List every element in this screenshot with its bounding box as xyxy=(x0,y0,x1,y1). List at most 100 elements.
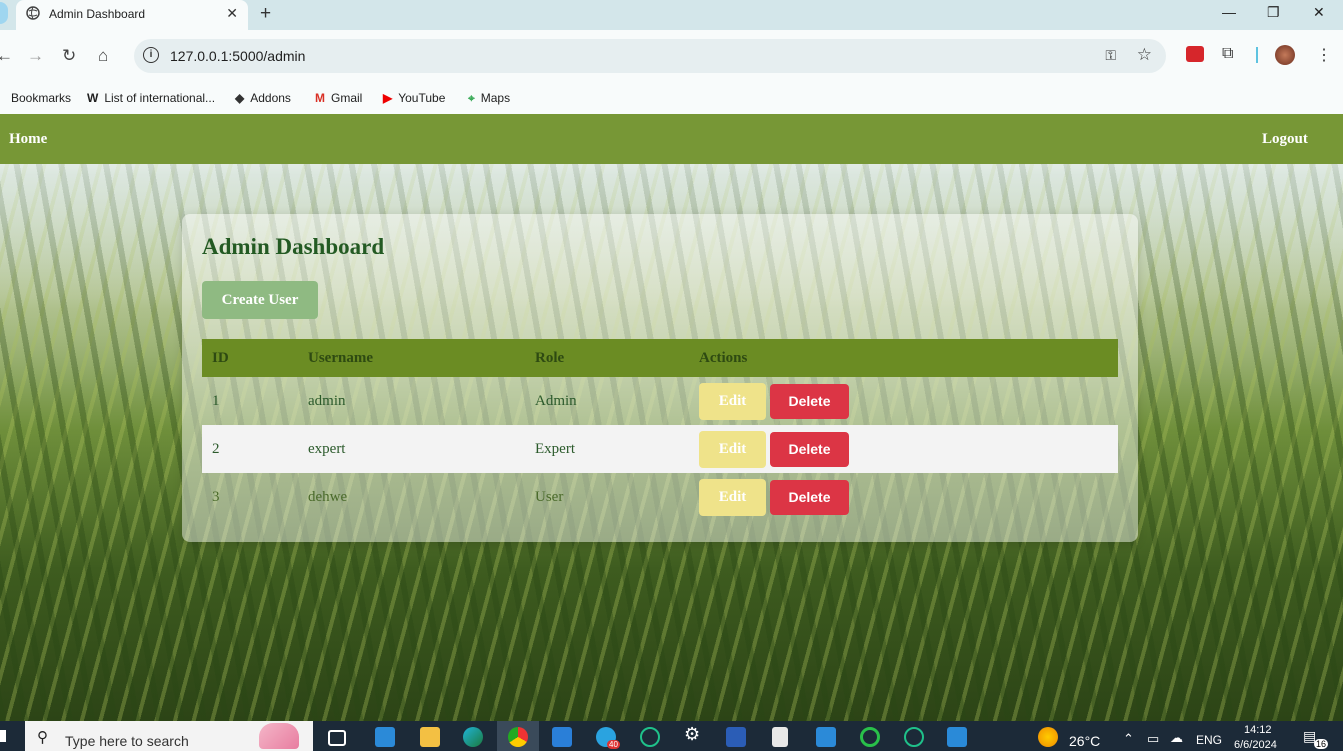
menu-kebab-icon[interactable]: ⋮ xyxy=(1316,45,1332,65)
home-icon[interactable]: ⌂ xyxy=(98,46,108,66)
cell-actions: Edit Delete xyxy=(689,425,1118,473)
bookmark-star-icon[interactable]: ☆ xyxy=(1137,45,1152,65)
password-key-icon[interactable]: ⚿ xyxy=(1105,47,1116,64)
maps-icon: ⌖ xyxy=(468,91,475,105)
clock-time[interactable]: 14:12 xyxy=(1244,724,1272,736)
taskbar-search-box[interactable]: ⚲ Type here to search xyxy=(25,721,313,751)
chrome-icon[interactable] xyxy=(508,727,528,747)
gmail-icon: M xyxy=(315,91,325,105)
bookmarks-bar: Bookmarks W List of international... ◆ Add… xyxy=(0,82,1343,114)
word-icon[interactable] xyxy=(726,727,746,747)
notification-count: 16 xyxy=(1314,739,1329,749)
bookmark-label: Gmail xyxy=(331,91,363,105)
bookmark-maps[interactable]: ⌖ Maps xyxy=(468,91,510,106)
close-window-button[interactable]: ✕ xyxy=(1313,4,1325,21)
telegram-badge: 40 xyxy=(607,740,620,749)
table-row: 3 dehwe User Edit Delete xyxy=(202,473,1118,521)
bookmark-youtube[interactable]: ▶ YouTube xyxy=(383,91,445,105)
forward-arrow-icon[interactable]: → xyxy=(27,46,44,66)
delete-button[interactable]: Delete xyxy=(770,479,849,515)
table-row: 1 admin Admin Edit Delete xyxy=(202,377,1118,425)
bookmark-addons[interactable]: ◆ Addons xyxy=(235,91,291,105)
globe-icon xyxy=(26,6,40,20)
table-row: 2 expert Expert Edit Delete xyxy=(202,425,1118,473)
cell-id: 1 xyxy=(212,392,220,409)
wikipedia-icon: W xyxy=(87,91,99,105)
store-icon[interactable] xyxy=(375,727,395,747)
app-window-icon[interactable] xyxy=(816,727,836,747)
toolbar-divider xyxy=(1256,47,1258,63)
cell-role: Expert xyxy=(525,425,689,473)
security-shield-icon[interactable] xyxy=(772,727,788,747)
task-view-icon[interactable] xyxy=(328,730,346,746)
reload-icon[interactable]: ↻ xyxy=(62,46,76,66)
bookmark-label: Maps xyxy=(480,91,511,105)
file-explorer-icon[interactable] xyxy=(420,727,440,747)
new-tab-button[interactable]: + xyxy=(260,3,271,25)
bookmark-label: Addons xyxy=(250,91,291,105)
vscode-icon[interactable] xyxy=(947,727,967,747)
bookmark-folder[interactable]: Bookmarks xyxy=(11,91,71,105)
weather-temp[interactable]: 26°C xyxy=(1069,733,1100,749)
address-bar[interactable]: i 127.0.0.1:5000/admin ⚿ ☆ xyxy=(134,39,1166,73)
profile-avatar[interactable] xyxy=(1275,45,1295,65)
page-background: Home Logout Admin Dashboard Create User … xyxy=(0,114,1343,721)
nav-home-link[interactable]: Home xyxy=(9,131,47,148)
table-header-row: ID Username Role Actions xyxy=(202,339,1118,377)
site-info-icon[interactable]: i xyxy=(143,47,159,63)
cell-id: 3 xyxy=(212,488,220,505)
weather-sun-icon[interactable] xyxy=(1038,727,1058,747)
dashboard-card: Admin Dashboard Create User ID Username … xyxy=(182,214,1138,542)
youtube-icon: ▶ xyxy=(383,91,393,105)
cell-username: expert xyxy=(298,425,525,473)
minimize-button[interactable]: — xyxy=(1222,4,1236,20)
nav-logout-link[interactable]: Logout xyxy=(1262,131,1308,148)
bookmark-label: Bookmarks xyxy=(11,91,72,105)
column-header-actions: Actions xyxy=(689,339,1118,377)
upwork-icon[interactable] xyxy=(640,727,660,747)
delete-button[interactable]: Delete xyxy=(770,431,849,467)
cloud-icon[interactable]: ☁ xyxy=(1170,730,1183,746)
delete-button[interactable]: Delete xyxy=(770,383,849,419)
search-highlight-image xyxy=(259,723,299,749)
settings-gear-icon[interactable]: ⚙ xyxy=(684,724,704,744)
edit-button[interactable]: Edit xyxy=(699,382,766,420)
chevron-up-icon[interactable]: ⌃ xyxy=(1123,731,1134,747)
browser-tab-bar: Admin Dashboard ✕ + — ❐ ✕ xyxy=(0,0,1343,30)
device-icon[interactable]: ▭ xyxy=(1147,731,1159,747)
windows-taskbar: ⚲ Type here to search 40 ⚙ 26°C ⌃ ▭ ☁ EN… xyxy=(0,721,1343,751)
extension-red-icon[interactable] xyxy=(1186,46,1204,62)
extensions-puzzle-icon[interactable]: ⧉ xyxy=(1222,45,1233,63)
mail-icon[interactable] xyxy=(552,727,572,747)
back-arrow-icon[interactable]: ← xyxy=(0,46,13,66)
upwork-icon-2[interactable] xyxy=(904,727,924,747)
restore-button[interactable]: ❐ xyxy=(1267,4,1280,21)
bookmark-wikipedia[interactable]: W List of international... xyxy=(87,91,215,105)
top-navbar: Home Logout xyxy=(0,114,1343,164)
edit-button[interactable]: Edit xyxy=(699,430,766,468)
cell-username: admin xyxy=(308,392,346,409)
language-indicator[interactable]: ENG xyxy=(1196,733,1222,747)
bookmark-label: YouTube xyxy=(398,91,446,105)
loading-circle-icon[interactable] xyxy=(860,727,880,747)
users-table: ID Username Role Actions 1 admin Admin E… xyxy=(202,339,1118,521)
cell-id: 2 xyxy=(202,425,298,473)
taskbar-search-placeholder: Type here to search xyxy=(65,733,189,749)
bookmark-gmail[interactable]: M Gmail xyxy=(315,91,362,105)
create-user-button[interactable]: Create User xyxy=(202,281,318,319)
cell-role: Admin xyxy=(535,392,577,409)
tab-title: Admin Dashboard xyxy=(49,7,146,21)
addons-icon: ◆ xyxy=(235,91,245,105)
clock-date[interactable]: 6/6/2024 xyxy=(1234,739,1277,751)
browser-tab[interactable]: Admin Dashboard ✕ xyxy=(16,0,248,30)
column-header-id: ID xyxy=(202,339,298,377)
cell-actions: Edit Delete xyxy=(689,473,1118,521)
edit-button[interactable]: Edit xyxy=(699,478,766,516)
tab-close-icon[interactable]: ✕ xyxy=(226,5,238,22)
edge-icon[interactable] xyxy=(463,727,483,747)
windows-start-icon[interactable] xyxy=(0,730,6,742)
browser-toolbar: ← → ↻ ⌂ i 127.0.0.1:5000/admin ⚿ ☆ ⧉ ⋮ xyxy=(0,30,1343,82)
profile-edge-icon xyxy=(0,2,8,24)
url-text[interactable]: 127.0.0.1:5000/admin xyxy=(170,48,305,64)
search-icon: ⚲ xyxy=(37,729,48,746)
